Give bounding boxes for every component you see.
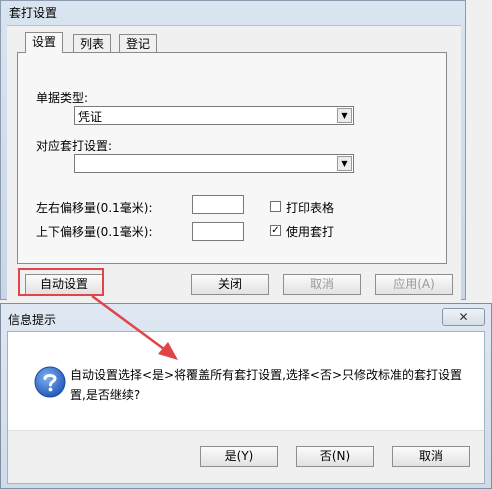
tab-settings[interactable]: 设置 [25,32,64,53]
annotation-arrow [91,294,178,360]
